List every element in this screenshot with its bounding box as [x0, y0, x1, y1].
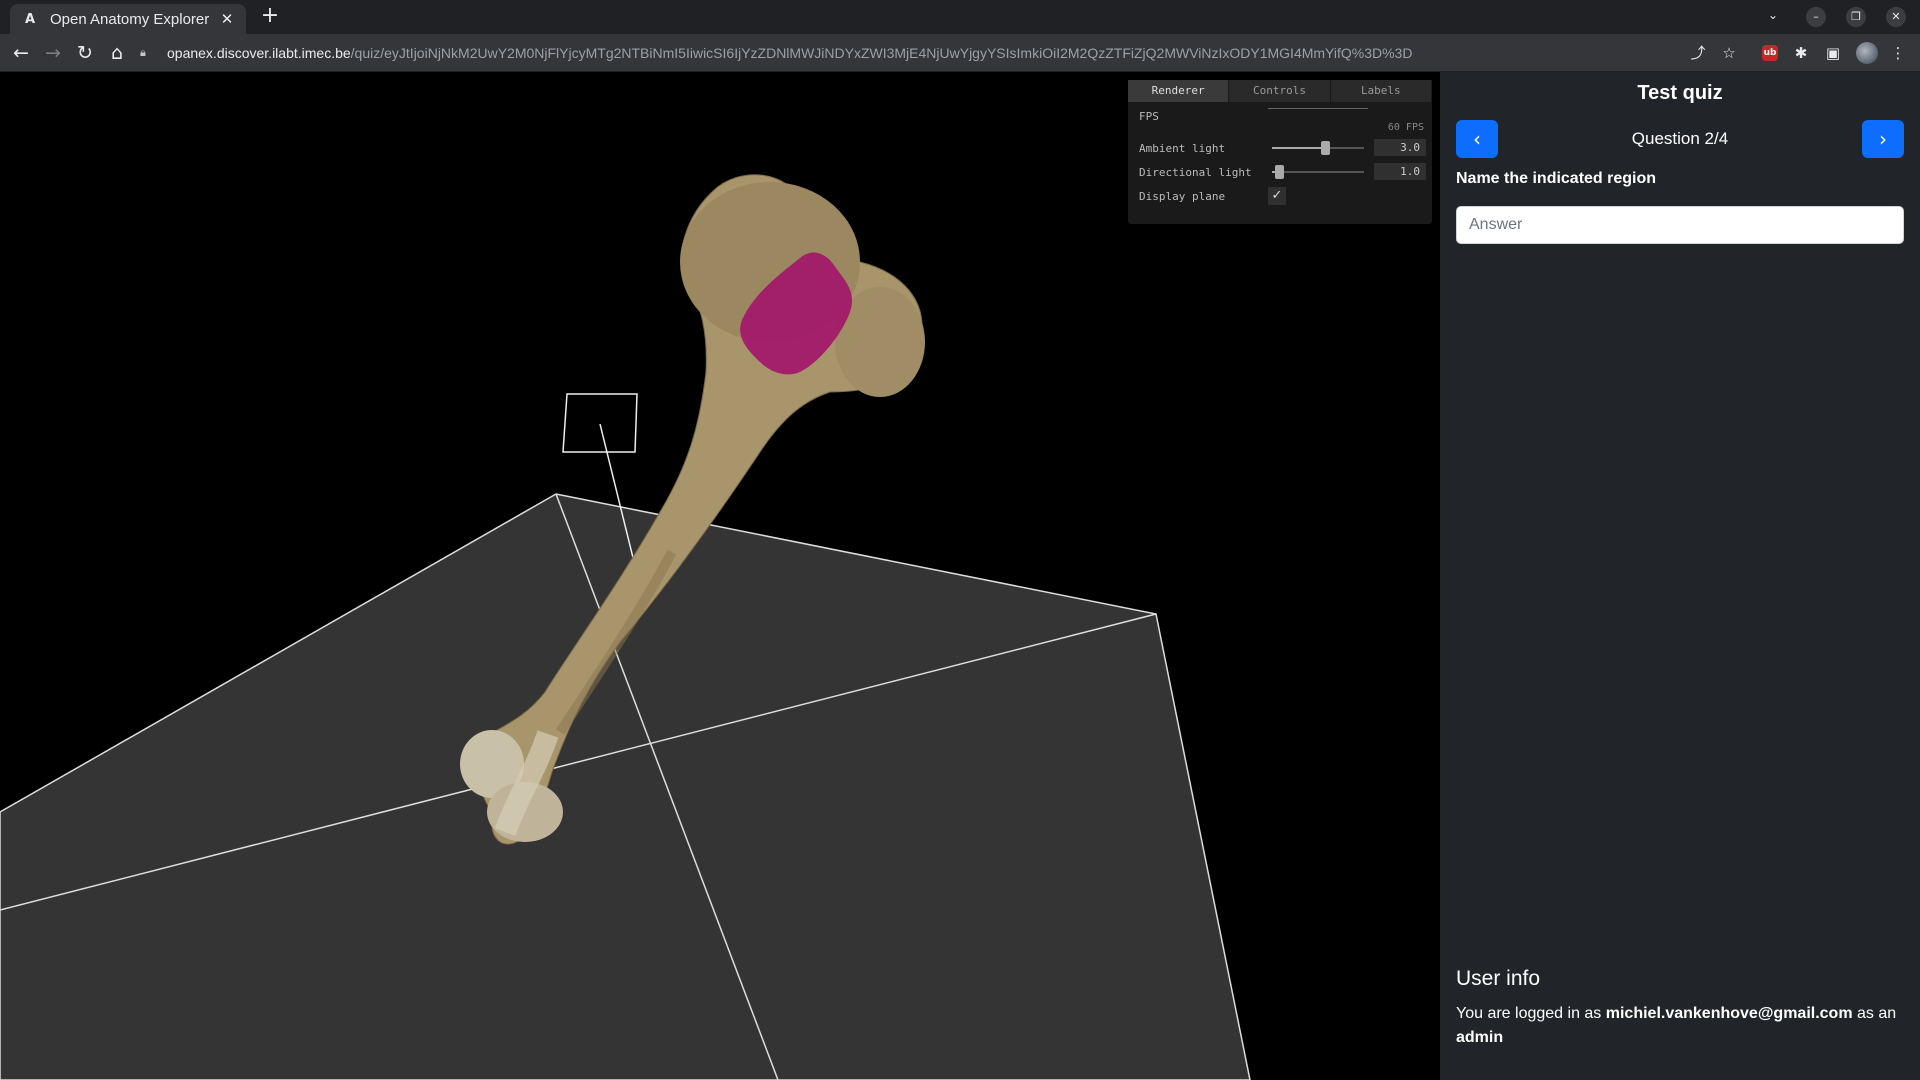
new-tab-icon[interactable]: + — [258, 5, 282, 29]
answer-input[interactable] — [1456, 206, 1904, 244]
directional-light-slider[interactable] — [1272, 165, 1364, 179]
user-role: admin — [1456, 1029, 1504, 1046]
display-plane-label: Display plane — [1139, 189, 1226, 203]
forward-arrow-icon[interactable]: → — [41, 41, 65, 65]
previous-question-button[interactable]: ‹ — [1456, 120, 1498, 158]
user-info-heading: User info — [1456, 967, 1541, 990]
fps-row: FPS 60 FPS — [1128, 102, 1432, 136]
tab-labels[interactable]: Labels — [1330, 80, 1432, 102]
tab-search-icon[interactable]: ⌄ — [1768, 8, 1778, 22]
quiz-panel: Test quiz ‹ Question 2/4 › Name the indi… — [1440, 72, 1920, 1080]
url-text[interactable]: opanex.discover.ilabt.imec.be/quiz/eyJtI… — [167, 45, 1412, 61]
slider-knob[interactable] — [1321, 141, 1331, 155]
3d-viewport[interactable]: Renderer Controls Labels FPS 60 FPS Ambi… — [0, 72, 1440, 1080]
ambient-light-label: Ambient light — [1139, 141, 1226, 155]
slider-fill — [1272, 147, 1326, 149]
address-bar[interactable]: 🔒︎ opanex.discover.ilabt.imec.be/quiz/ey… — [140, 39, 1660, 67]
question-prompt: Name the indicated region — [1456, 170, 1657, 187]
close-window-icon[interactable]: ✕ — [1886, 7, 1906, 27]
ublock-extension-icon[interactable]: ub — [1762, 45, 1778, 61]
next-question-button[interactable]: › — [1862, 120, 1904, 158]
browser-toolbar: ← → ↻ ⌂ 🔒︎ opanex.discover.ilabt.imec.be… — [0, 34, 1920, 72]
user-info-text: You are logged in as michiel.vankenhove@… — [1456, 1005, 1897, 1046]
browser-tab[interactable]: A Open Anatomy Explorer ✕ — [10, 4, 246, 34]
side-panel-icon[interactable]: ▣ — [1823, 43, 1843, 63]
minimize-icon[interactable]: – — [1806, 7, 1826, 27]
renderer-settings-panel: Renderer Controls Labels FPS 60 FPS Ambi… — [1128, 80, 1432, 224]
question-counter: Question 2/4 — [1631, 129, 1729, 148]
back-arrow-icon[interactable]: ← — [9, 41, 33, 65]
quiz-title: Test quiz — [1637, 82, 1723, 104]
close-tab-icon[interactable]: ✕ — [218, 10, 236, 28]
chevron-left-icon: ‹ — [1473, 127, 1481, 151]
user-email: michiel.vankenhove@gmail.com — [1605, 1005, 1853, 1022]
directional-light-value[interactable]: 1.0 — [1374, 163, 1426, 180]
chevron-right-icon: › — [1879, 127, 1887, 151]
restore-icon[interactable]: ❐ — [1846, 7, 1866, 27]
gui-tabs: Renderer Controls Labels — [1128, 80, 1432, 102]
browser-tab-strip: A Open Anatomy Explorer ✕ + ⌄ – ❐ ✕ — [0, 0, 1920, 34]
directional-light-label: Directional light — [1139, 165, 1252, 179]
display-plane-checkbox[interactable]: ✓ — [1268, 187, 1286, 205]
share-icon[interactable]: ⤴ — [1688, 43, 1708, 63]
ambient-light-slider[interactable] — [1272, 141, 1364, 155]
display-plane-row: Display plane ✓ — [1128, 184, 1432, 208]
profile-avatar[interactable] — [1856, 42, 1878, 64]
lock-icon[interactable]: 🔒︎ — [140, 46, 154, 60]
slider-knob[interactable] — [1275, 165, 1285, 179]
label-marker — [562, 393, 638, 453]
fps-value: 60 FPS — [1387, 122, 1424, 133]
tab-controls[interactable]: Controls — [1229, 80, 1331, 102]
reload-icon[interactable]: ↻ — [73, 41, 97, 65]
tab-renderer[interactable]: Renderer — [1128, 80, 1230, 102]
home-icon[interactable]: ⌂ — [105, 41, 129, 65]
kebab-menu-icon[interactable]: ⋮ — [1888, 43, 1908, 63]
fps-label: FPS — [1139, 110, 1159, 123]
directional-light-row: Directional light 1.0 — [1128, 160, 1432, 184]
star-icon[interactable]: ☆ — [1719, 43, 1739, 63]
ambient-light-row: Ambient light 3.0 — [1128, 136, 1432, 160]
ambient-light-value[interactable]: 3.0 — [1374, 139, 1426, 156]
site-favicon-icon: A — [24, 11, 36, 27]
tab-title: Open Anatomy Explorer — [50, 10, 210, 28]
fps-graph — [1268, 108, 1368, 134]
puzzle-icon[interactable]: ✱ — [1791, 43, 1811, 63]
